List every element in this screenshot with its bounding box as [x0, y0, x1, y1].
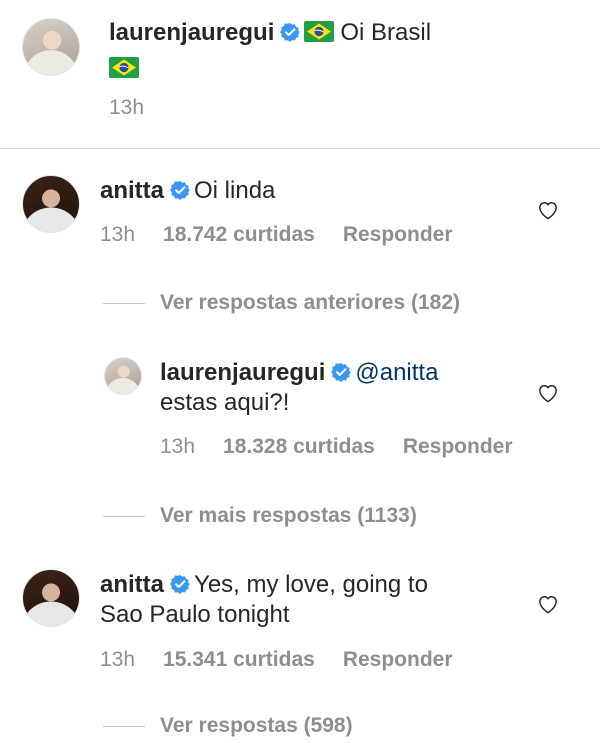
verified-badge-icon [170, 574, 190, 594]
comment-meta: 13h 18.328 curtidas Responder [160, 435, 541, 459]
thread-line [103, 303, 145, 304]
comment-username[interactable]: anitta [100, 177, 164, 204]
likes-count[interactable]: 18.328 curtidas [223, 435, 375, 458]
comment-body: estas aqui?! [160, 389, 290, 416]
comment-timestamp: 13h [100, 648, 136, 671]
post-caption-text: Oi Brasil [340, 19, 432, 46]
heart-outline-icon[interactable] [537, 383, 559, 403]
brazil-flag-icon [109, 57, 139, 78]
avatar[interactable] [22, 18, 80, 76]
thread-line [103, 726, 145, 727]
verified-badge-icon [170, 180, 190, 200]
view-replies-link[interactable]: Ver respostas (598) [160, 714, 353, 738]
comment-meta: 13h 15.341 curtidas Responder [100, 648, 481, 672]
view-replies-link[interactable]: Ver mais respostas (1133) [160, 504, 417, 528]
view-replies-link[interactable]: Ver respostas anteriores (182) [160, 291, 460, 315]
divider [0, 148, 600, 149]
avatar[interactable] [22, 569, 80, 627]
thread-line [103, 516, 145, 517]
reply-button[interactable]: Responder [343, 648, 453, 671]
comment-timestamp: 13h [100, 223, 136, 246]
comment-body: Oi linda [194, 177, 276, 204]
avatar[interactable] [104, 357, 142, 395]
comment-timestamp: 13h [160, 435, 196, 458]
comment-body-line1: Yes, my love, going to [194, 571, 428, 598]
comment-body-line2: Sao Paulo tonight [100, 601, 290, 628]
post-timestamp: 13h [109, 96, 145, 119]
avatar[interactable] [22, 175, 80, 233]
mention-link[interactable]: @anitta [355, 359, 438, 386]
post-username[interactable]: laurenjauregui [109, 19, 274, 46]
likes-count[interactable]: 15.341 curtidas [163, 648, 315, 671]
verified-badge-icon [331, 362, 351, 382]
verified-badge-icon [280, 22, 300, 42]
brazil-flag-icon [304, 21, 334, 42]
heart-outline-icon[interactable] [537, 200, 559, 220]
comment-username[interactable]: laurenjauregui [160, 359, 325, 386]
comment-text: anitta Yes, my love, going to Sao Paulo t… [100, 570, 530, 630]
reply-button[interactable]: Responder [403, 435, 513, 458]
reply-text: laurenjauregui @anitta estas aqui?! [160, 358, 540, 418]
reply-button[interactable]: Responder [343, 223, 453, 246]
likes-count[interactable]: 18.742 curtidas [163, 223, 315, 246]
comment-text: anitta Oi linda [100, 176, 520, 206]
comment-username[interactable]: anitta [100, 571, 164, 598]
heart-outline-icon[interactable] [537, 594, 559, 614]
comment-meta: 13h 18.742 curtidas Responder [100, 223, 481, 247]
post-caption: laurenjauregui Oi Brasil [109, 18, 579, 78]
